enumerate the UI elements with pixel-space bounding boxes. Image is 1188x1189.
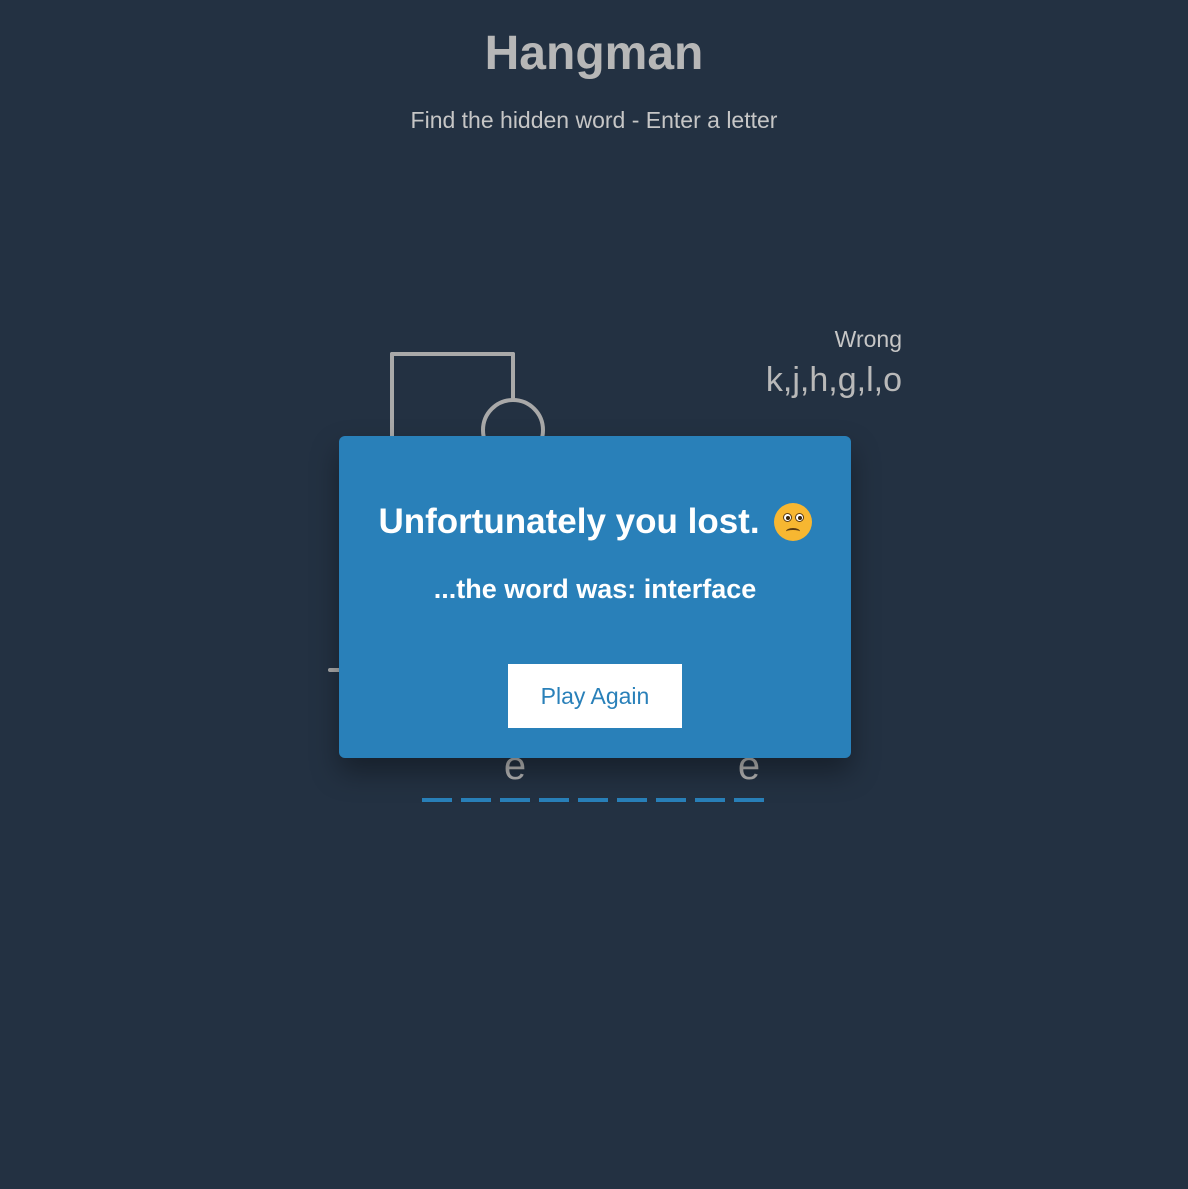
page-subtitle: Find the hidden word - Enter a letter xyxy=(410,107,778,133)
game-over-popup: Unfortunately you lost. ...the word was:… xyxy=(339,436,851,758)
wrong-label: Wrong xyxy=(834,326,902,352)
popup-title-row: Unfortunately you lost. xyxy=(339,500,851,544)
wrong-letters-panel: Wrong k,j,h,g,l,o xyxy=(766,324,902,402)
page-title: Hangman xyxy=(484,27,704,80)
wrong-letters: k,j,h,g,l,o xyxy=(765,361,902,399)
popup-message: ...the word was: interface xyxy=(433,574,757,604)
confused-face-icon xyxy=(773,503,812,541)
play-again-button[interactable]: Play Again xyxy=(508,664,682,728)
popup-title: Unfortunately you lost. xyxy=(378,502,760,541)
